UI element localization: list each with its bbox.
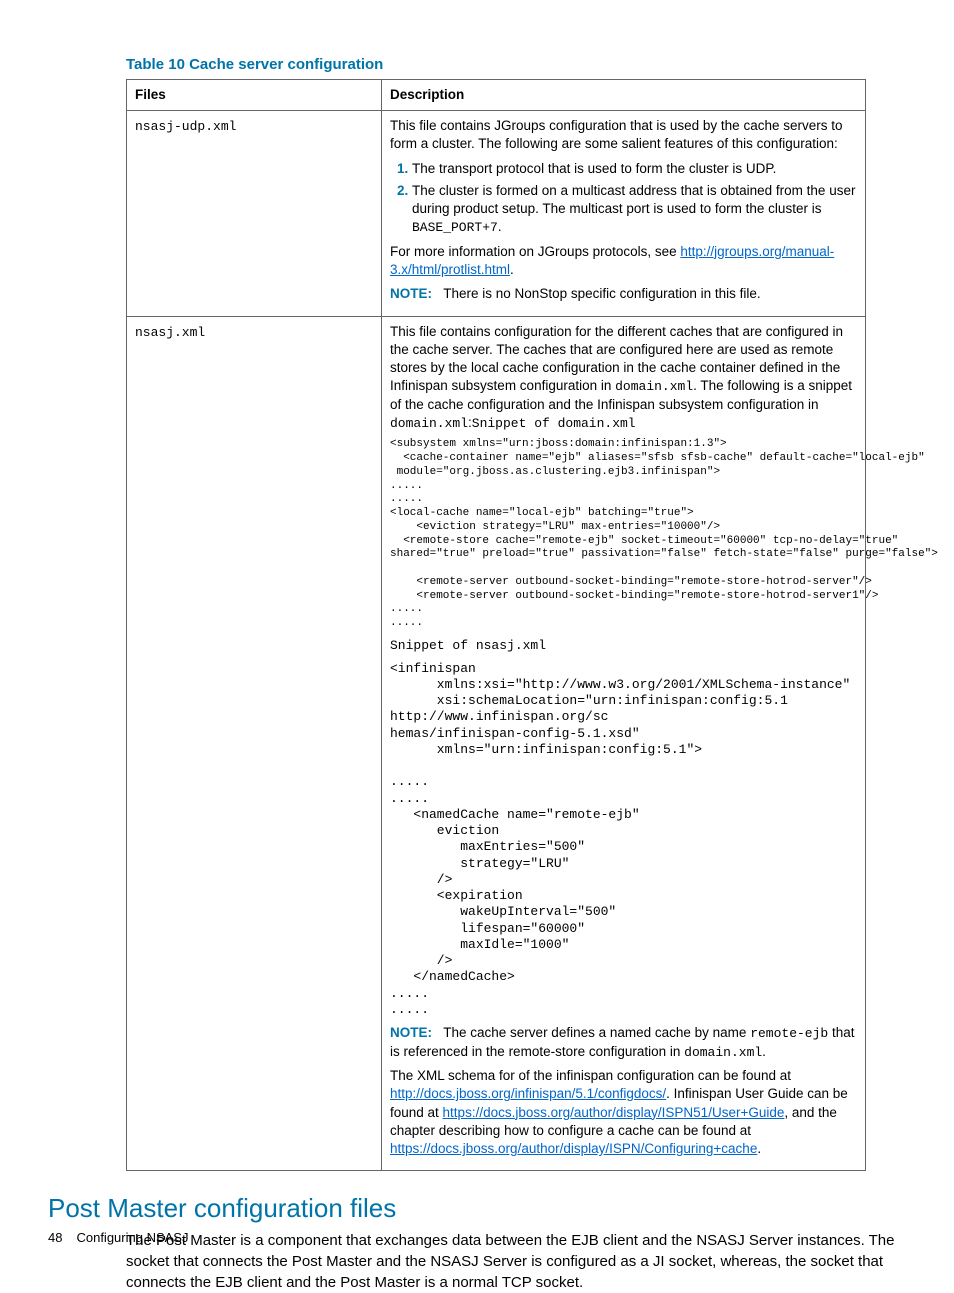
row1-intro: This file contains configuration for the… bbox=[390, 323, 857, 433]
infinispan-configdocs-link[interactable]: http://docs.jboss.org/infinispan/5.1/con… bbox=[390, 1086, 666, 1101]
file-name: nsasj.xml bbox=[135, 325, 205, 340]
row1-note: NOTE: The cache server defines a named c… bbox=[390, 1024, 857, 1061]
infinispan-configcache-link[interactable]: https://docs.jboss.org/author/display/IS… bbox=[390, 1141, 757, 1156]
snippet2-label: Snippet of nsasj.xml bbox=[390, 637, 857, 655]
section-para: The Post Master is a component that exch… bbox=[126, 1230, 896, 1293]
row0-li1: The transport protocol that is used to f… bbox=[412, 160, 857, 178]
col-header-description: Description bbox=[382, 80, 866, 111]
row1-schema: The XML schema for of the infinispan con… bbox=[390, 1067, 857, 1158]
footer-title: Configuring NSASJ bbox=[76, 1230, 188, 1245]
infinispan-userguide-link[interactable]: https://docs.jboss.org/author/display/IS… bbox=[443, 1105, 785, 1120]
table-title: Table 10 Cache server configuration bbox=[126, 56, 894, 73]
row0-more: For more information on JGroups protocol… bbox=[390, 243, 857, 279]
row0-intro: This file contains JGroups configuration… bbox=[390, 117, 857, 153]
col-header-files: Files bbox=[127, 80, 382, 111]
table-row: nsasj.xml This file contains configurati… bbox=[127, 316, 866, 1171]
row0-li2: The cluster is formed on a multicast add… bbox=[412, 182, 857, 237]
code-snippet-domain: <subsystem xmlns="urn:jboss:domain:infin… bbox=[390, 438, 857, 631]
config-table: Files Description nsasj-udp.xml This fil… bbox=[126, 79, 866, 1171]
page-footer: 48 Configuring NSASJ bbox=[48, 1230, 188, 1245]
row0-note: NOTE: There is no NonStop specific confi… bbox=[390, 285, 857, 303]
section-heading: Post Master configuration files bbox=[48, 1193, 894, 1224]
table-row: nsasj-udp.xml This file contains JGroups… bbox=[127, 111, 866, 316]
code-snippet-nsasj: <infinispan xmlns:xsi="http://www.w3.org… bbox=[390, 661, 857, 1019]
page-number: 48 bbox=[48, 1230, 62, 1245]
file-name: nsasj-udp.xml bbox=[135, 119, 236, 134]
